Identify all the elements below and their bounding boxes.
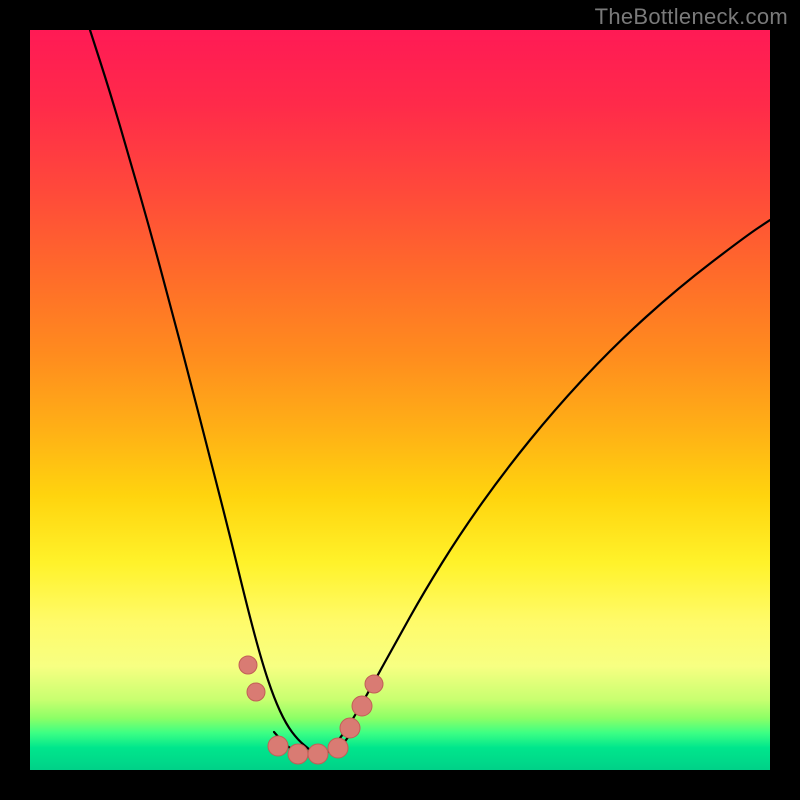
marker-group: [239, 656, 383, 764]
left-curve: [90, 30, 310, 750]
data-marker: [328, 738, 348, 758]
curve-canvas: [30, 30, 770, 770]
data-marker: [239, 656, 257, 674]
data-marker: [308, 744, 328, 764]
right-curve: [330, 220, 770, 750]
plot-area: [30, 30, 770, 770]
data-marker: [340, 718, 360, 738]
data-marker: [268, 736, 288, 756]
data-marker: [352, 696, 372, 716]
watermark-text: TheBottleneck.com: [595, 4, 788, 30]
data-marker: [247, 683, 265, 701]
bottom-arc: [274, 732, 352, 754]
data-marker: [365, 675, 383, 693]
data-marker: [288, 744, 308, 764]
chart-stage: TheBottleneck.com: [0, 0, 800, 800]
